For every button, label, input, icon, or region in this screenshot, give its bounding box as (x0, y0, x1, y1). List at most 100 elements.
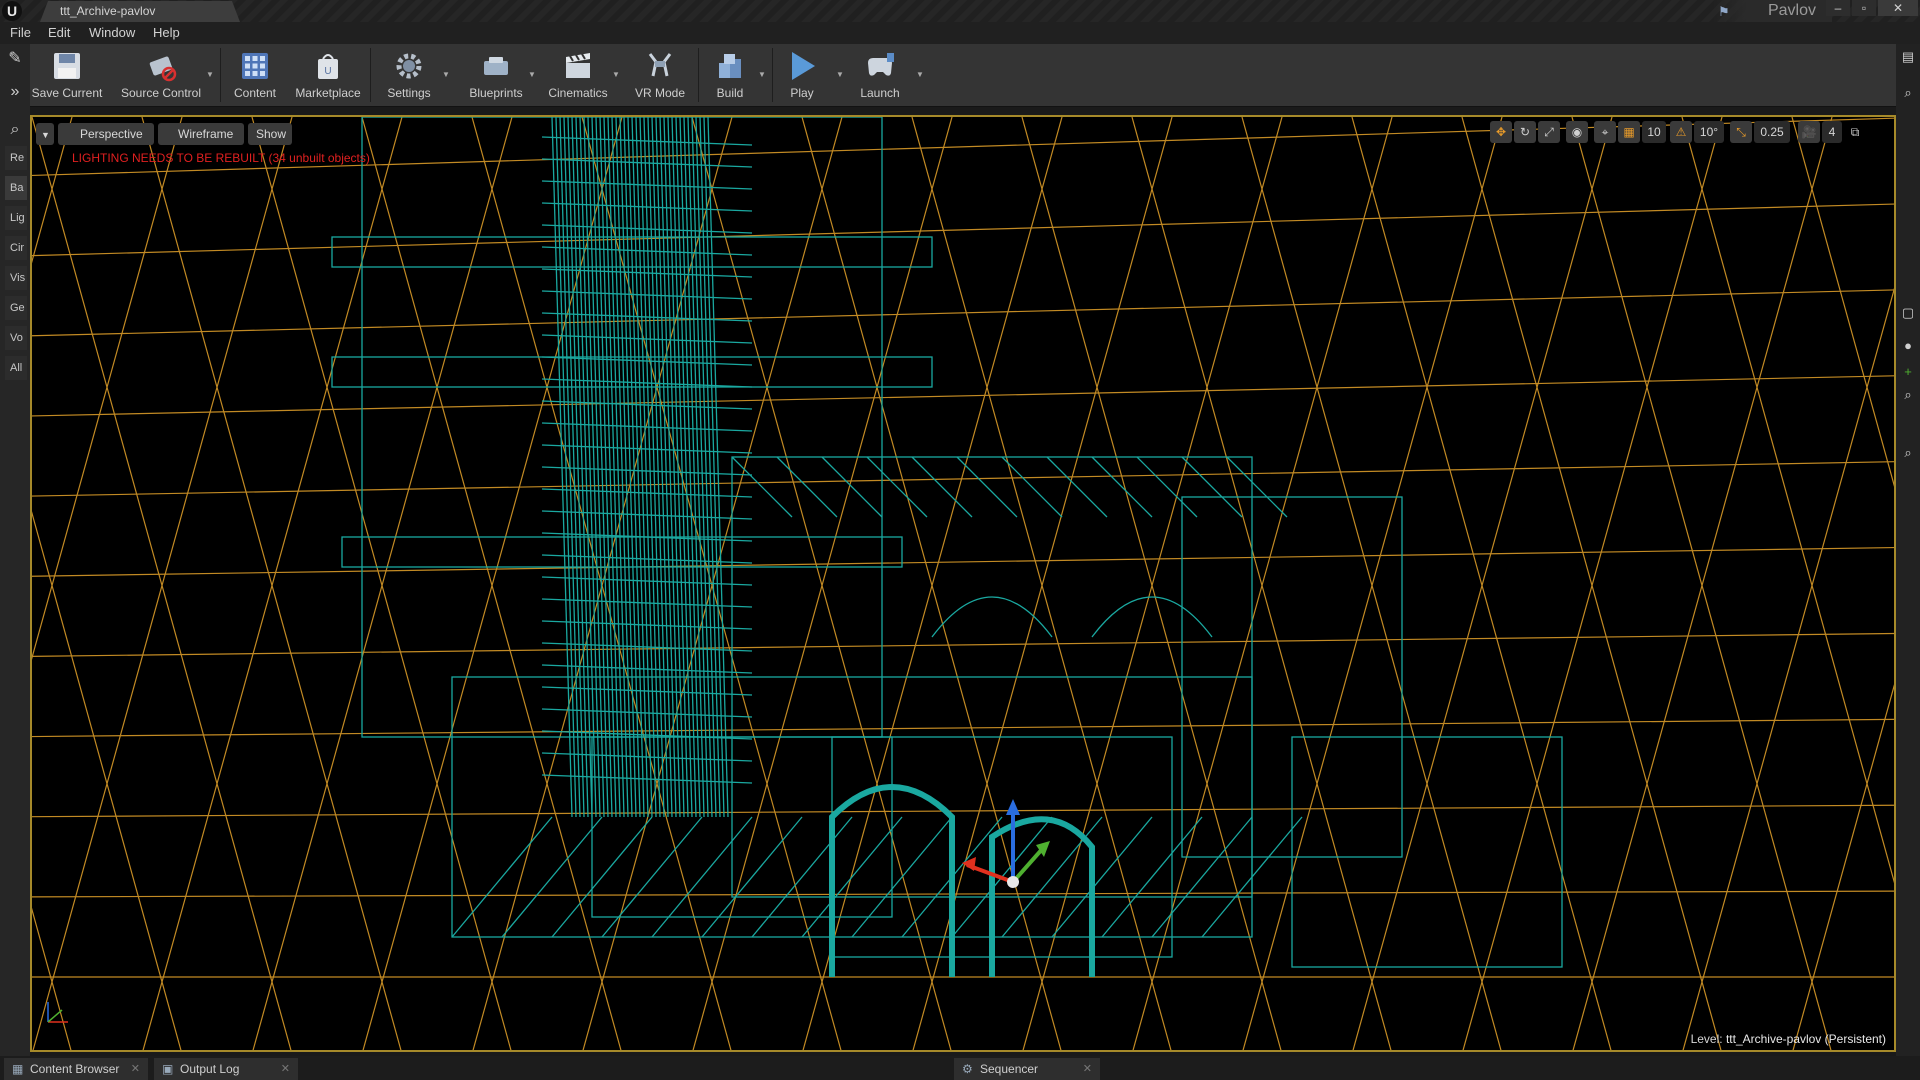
title-bar: U ttt_Archive-pavlov Pavlov ⚑ – ▫ ✕ (0, 0, 1920, 22)
content-browser-tab[interactable]: ▦ Content Browser ✕ (4, 1058, 148, 1080)
viewport-scene[interactable] (32, 117, 1896, 1052)
modes-panel-strip: ✎ » ⌕ Re Ba Lig Cir Vis Ge Vo All (0, 44, 30, 1064)
cinematics-icon (566, 53, 590, 78)
perspective-button[interactable]: Perspective (58, 123, 154, 145)
blueprints-icon (484, 57, 508, 75)
transform-gizmo[interactable] (962, 799, 1050, 888)
modes-tab-recent[interactable]: Re (5, 146, 27, 170)
output-log-tab[interactable]: ▣ Output Log ✕ (154, 1058, 298, 1080)
search-icon[interactable]: ⌕ (1899, 386, 1917, 404)
settings-icon (396, 53, 422, 79)
rotation-snap-value[interactable]: 10° (1694, 121, 1724, 143)
viewport-options-dropdown[interactable]: ▼ (36, 123, 54, 145)
show-button[interactable]: Show (248, 123, 292, 145)
settings-dropdown-icon[interactable]: ▼ (442, 70, 450, 79)
unreal-logo-icon[interactable]: U (2, 1, 22, 21)
modes-tab-basic[interactable]: Ba (5, 176, 27, 200)
panel-tab-icon[interactable]: ▢ (1899, 304, 1917, 322)
blueprints-button[interactable]: Blueprints (460, 44, 532, 106)
source-control-icon (149, 56, 177, 82)
cinematics-dropdown-icon[interactable]: ▼ (612, 70, 620, 79)
document-tab[interactable]: ttt_Archive-pavlov (40, 1, 240, 22)
surface-snap-icon[interactable]: ⌖ (1594, 121, 1616, 143)
close-icon[interactable]: ✕ (1878, 0, 1918, 16)
sequencer-tab[interactable]: ⚙ Sequencer ✕ (954, 1058, 1100, 1080)
camera-speed-value[interactable]: 4 (1822, 121, 1842, 143)
content-browser-label: Content Browser (30, 1062, 120, 1076)
settings-button[interactable]: Settings (376, 44, 442, 106)
show-label: Show (256, 127, 287, 141)
bottom-tab-bar: ▦ Content Browser ✕ ▣ Output Log ✕ ⚙ Seq… (0, 1056, 1920, 1080)
source-control-button[interactable]: Source Control (116, 44, 206, 106)
toolbar-separator (772, 48, 773, 102)
play-label: Play (790, 86, 814, 100)
coordinate-system-icon[interactable]: ◉ (1566, 121, 1588, 143)
scale-snap-icon[interactable]: ⤡ (1730, 121, 1752, 143)
camera-speed-icon[interactable]: 🎥 (1798, 121, 1820, 143)
level-name: ttt_Archive-pavlov (Persistent) (1725, 1032, 1886, 1046)
level-prefix: Level: (1690, 1032, 1723, 1046)
sequencer-icon: ⚙ (962, 1062, 973, 1076)
translate-mode-icon[interactable]: ✥ (1490, 121, 1512, 143)
minimize-icon[interactable]: – (1826, 0, 1850, 16)
menu-window[interactable]: Window (89, 25, 135, 40)
vr-mode-button[interactable]: VR Mode (626, 44, 694, 106)
marketplace-button[interactable]: U Marketplace (290, 44, 366, 106)
modes-tab-visual-effects[interactable]: Vis (5, 266, 27, 290)
search-icon[interactable]: ⌕ (5, 120, 25, 140)
panel-tab-icon[interactable]: ● (1899, 336, 1917, 354)
svg-text:U: U (324, 66, 331, 77)
play-button[interactable]: Play (776, 44, 828, 106)
wireframe-label: Wireframe (178, 127, 234, 141)
toolbar-separator (370, 48, 371, 102)
search-icon[interactable]: ⌕ (1899, 444, 1917, 462)
launch-dropdown-icon[interactable]: ▼ (916, 70, 924, 79)
save-current-label: Save Current (31, 86, 103, 100)
grid-snap-icon[interactable]: ▦ (1618, 121, 1640, 143)
level-viewport[interactable]: ▼ Perspective Wireframe Show LIGHTING NE… (30, 115, 1896, 1052)
modes-tab-lights[interactable]: Lig (5, 206, 27, 230)
project-flag-icon: ⚑ (1718, 4, 1730, 19)
menu-file[interactable]: File (10, 25, 31, 40)
play-dropdown-icon[interactable]: ▼ (836, 70, 844, 79)
modes-tab-geometry[interactable]: Ge (5, 296, 27, 320)
perspective-label: Perspective (80, 127, 143, 141)
menu-help[interactable]: Help (153, 25, 180, 40)
modes-tab-cinematic[interactable]: Cir (5, 236, 27, 260)
scale-snap-value[interactable]: 0.25 (1754, 121, 1790, 143)
blueprints-dropdown-icon[interactable]: ▼ (528, 70, 536, 79)
rotate-mode-icon[interactable]: ↻ (1514, 121, 1536, 143)
close-tab-icon[interactable]: ✕ (1083, 1058, 1092, 1080)
maximize-viewport-icon[interactable]: ⧉ (1846, 121, 1864, 143)
modes-tab-all-classes[interactable]: All (5, 356, 27, 380)
save-current-button[interactable]: Save Current (32, 44, 102, 106)
rotation-snap-icon[interactable]: ⚠ (1670, 121, 1692, 143)
grid-snap-value[interactable]: 10 (1642, 121, 1666, 143)
wireframe-button[interactable]: Wireframe (158, 123, 244, 145)
source-control-dropdown-icon[interactable]: ▼ (206, 70, 214, 79)
menu-edit[interactable]: Edit (48, 25, 70, 40)
viewport-snap-toolbar: ✥ ↻ ⤢ ◉ ⌖ ▦ 10 ⚠ 10° ⤡ 0.25 🎥 4 ⧉ (1490, 121, 1866, 145)
expand-panel-icon[interactable]: » (5, 82, 25, 102)
background-grid (32, 117, 1894, 1050)
scale-mode-icon[interactable]: ⤢ (1538, 121, 1560, 143)
build-label: Build (716, 86, 744, 100)
marketplace-label: Marketplace (295, 86, 361, 100)
output-log-label: Output Log (180, 1062, 240, 1076)
close-tab-icon[interactable]: ✕ (281, 1058, 290, 1080)
play-icon (792, 52, 815, 80)
launch-button[interactable]: Launch (848, 44, 912, 106)
sequencer-label: Sequencer (980, 1062, 1039, 1076)
build-button[interactable]: Build (702, 44, 758, 106)
content-button[interactable]: Content (224, 44, 286, 106)
blueprints-label: Blueprints (469, 86, 523, 100)
cinematics-button[interactable]: Cinematics (542, 44, 614, 106)
panel-tab-icon[interactable]: ▤ (1899, 48, 1917, 66)
place-mode-icon[interactable]: ✎ (5, 48, 25, 68)
search-icon[interactable]: ⌕ (1899, 84, 1917, 102)
build-dropdown-icon[interactable]: ▼ (758, 70, 766, 79)
maximize-icon[interactable]: ▫ (1852, 0, 1876, 16)
modes-tab-volumes[interactable]: Vo (5, 326, 27, 350)
close-tab-icon[interactable]: ✕ (131, 1058, 140, 1080)
add-icon[interactable]: + (1899, 362, 1917, 380)
